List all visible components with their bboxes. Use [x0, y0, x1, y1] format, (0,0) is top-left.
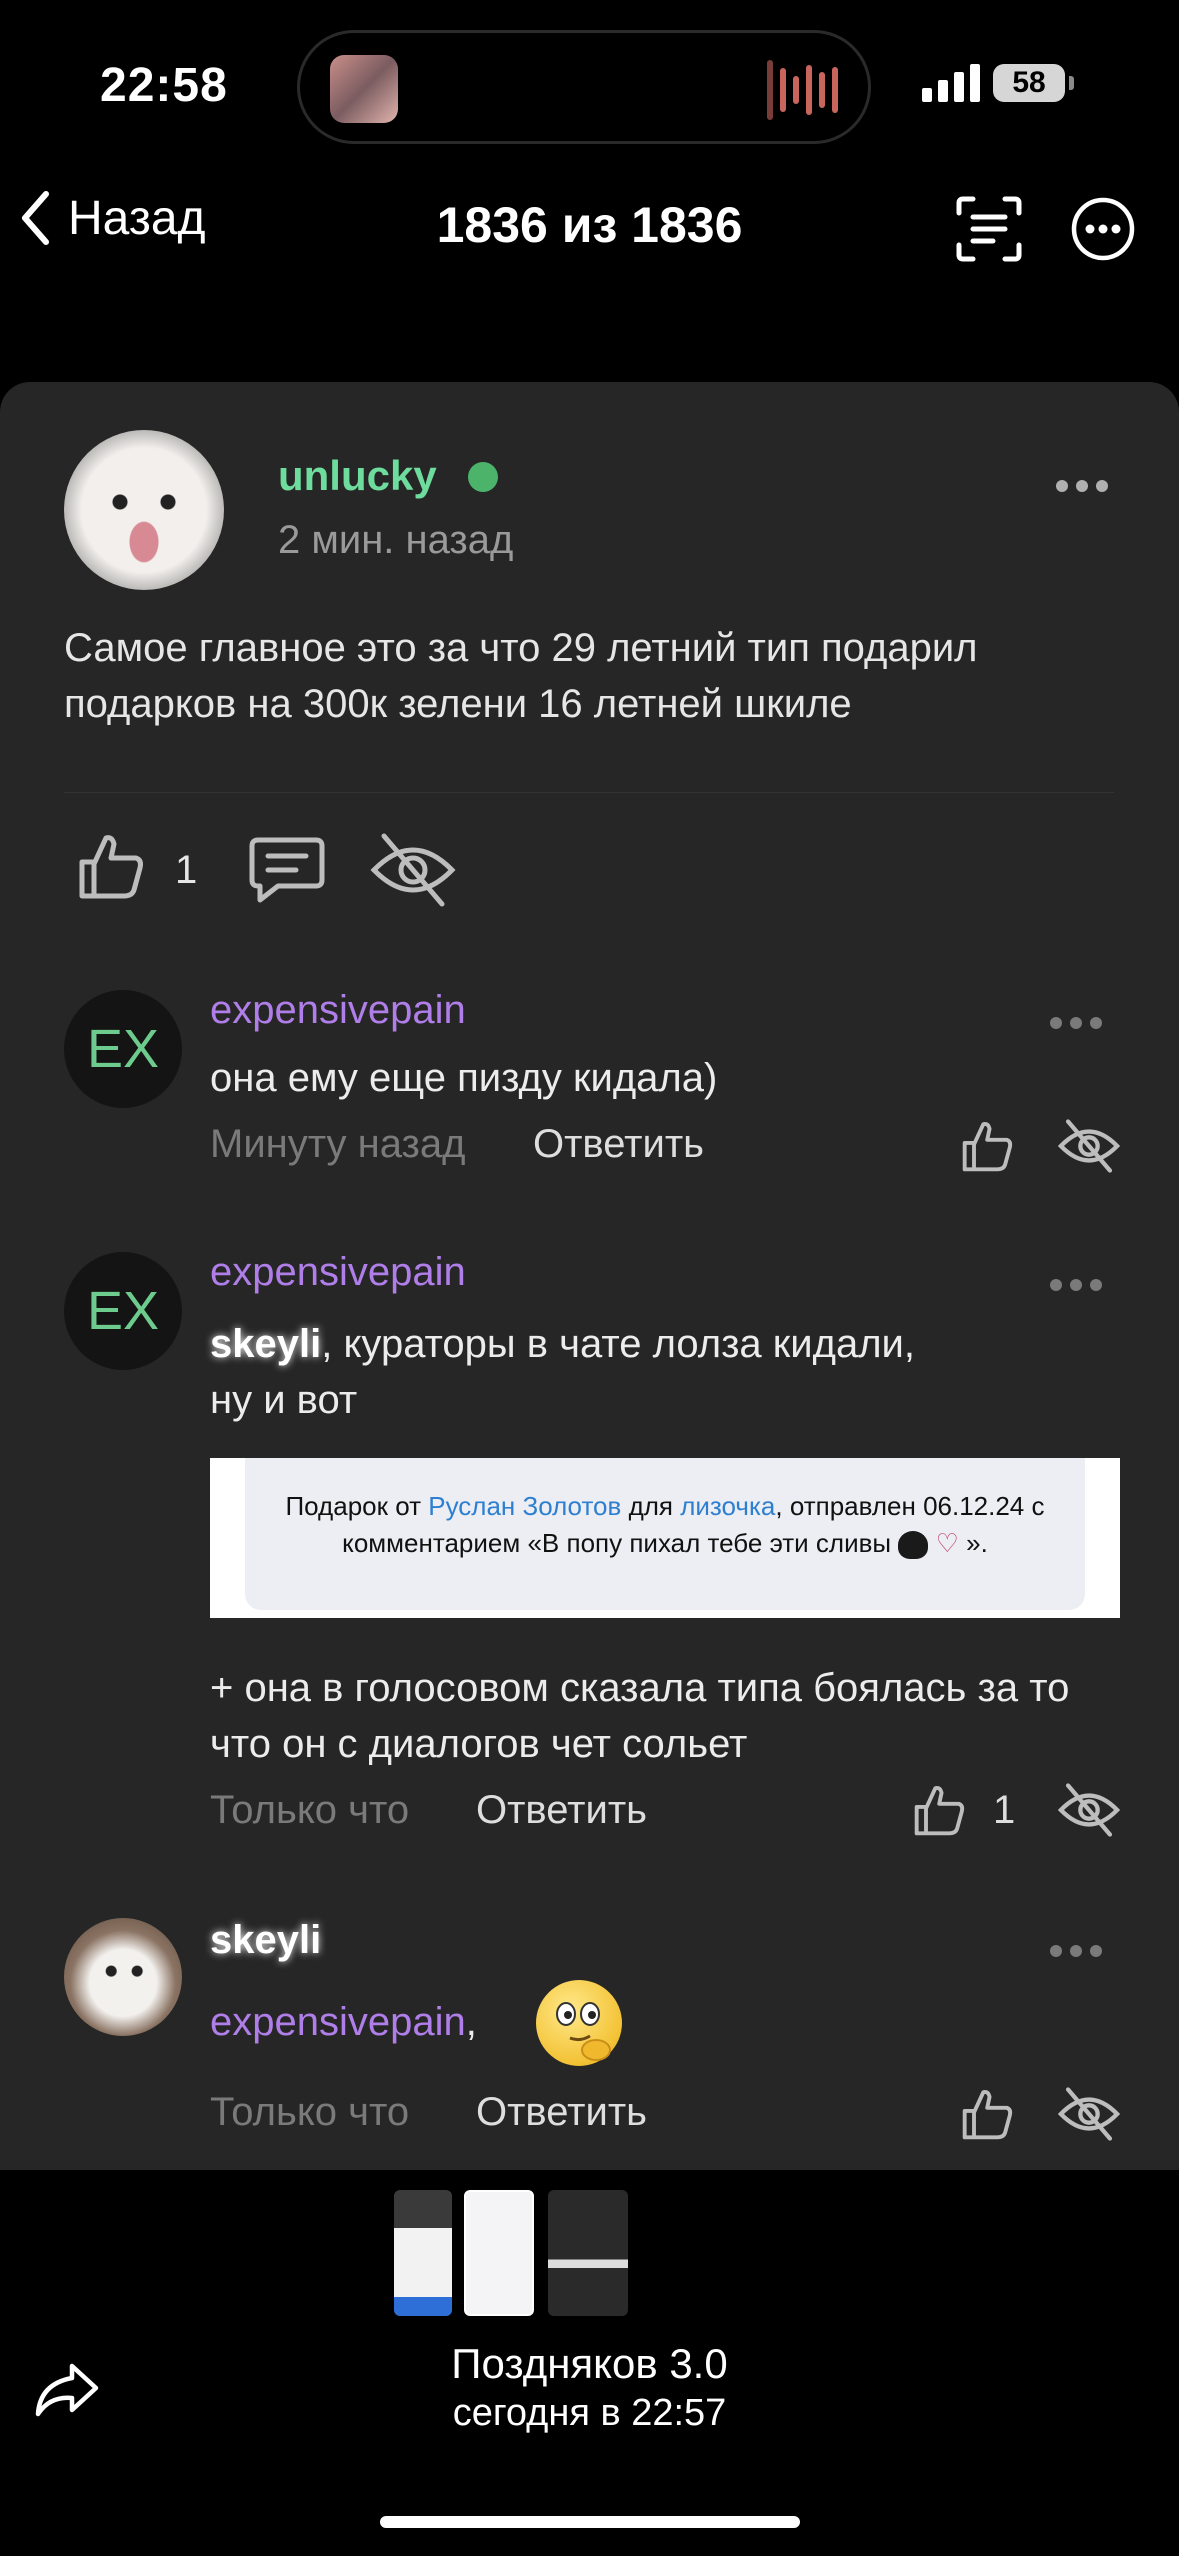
hide-icon[interactable]: [1058, 2084, 1120, 2144]
comment-icon[interactable]: [248, 834, 326, 906]
hide-icon[interactable]: [370, 830, 456, 910]
reply-button[interactable]: Ответить: [533, 1122, 704, 1167]
reply-button[interactable]: Ответить: [476, 1788, 647, 1833]
comment-text-part: ну и вот: [210, 1378, 358, 1422]
comment-author[interactable]: skeyli: [210, 1918, 321, 1963]
online-status-dot: [468, 462, 498, 492]
comment-text-part: ,: [465, 2000, 477, 2044]
post-like-count: 1: [175, 848, 198, 892]
like-icon[interactable]: [960, 1118, 1016, 1174]
like-icon[interactable]: [76, 830, 148, 902]
comment-author[interactable]: expensivepain: [210, 1250, 466, 1295]
reply-button[interactable]: Ответить: [476, 2090, 647, 2135]
divider: [64, 792, 1114, 793]
like-icon[interactable]: [960, 2086, 1016, 2142]
comment-text: она ему еще пизду кидала): [210, 1056, 718, 1100]
post-menu-button[interactable]: [1056, 480, 1108, 492]
gift-text: Подарок от Руслан Золотов для лизочка, о…: [285, 1491, 1045, 1560]
post-author[interactable]: unlucky: [278, 452, 437, 500]
post-time: 2 мин. назад: [278, 518, 514, 562]
creature-icon: [898, 1531, 929, 1560]
avatar[interactable]: EX: [64, 1252, 182, 1370]
hide-icon[interactable]: [1058, 1116, 1120, 1176]
thinking-emoji-icon: [536, 1980, 622, 2066]
now-playing-artwork: [330, 55, 398, 123]
hide-icon[interactable]: [1058, 1780, 1120, 1840]
comment-like-count: 1: [993, 1788, 1016, 1832]
comment-text: skeyli, кураторы в чате лолза кидали, ну…: [210, 1316, 1110, 1428]
user-mention[interactable]: skeyli: [210, 1322, 321, 1366]
user-mention[interactable]: expensivepain: [210, 2000, 466, 2044]
status-time: 22:58: [100, 59, 228, 112]
avatar[interactable]: [64, 430, 224, 590]
avatar[interactable]: [64, 1918, 182, 2036]
battery-nub: [1069, 76, 1074, 90]
gift-card: Подарок от Руслан Золотов для лизочка, о…: [245, 1458, 1085, 1610]
quoted-image[interactable]: Подарок от Руслан Золотов для лизочка, о…: [210, 1458, 1120, 1618]
comment-author[interactable]: expensivepain: [210, 988, 466, 1033]
more-options-icon[interactable]: [1070, 196, 1136, 262]
like-icon[interactable]: [912, 1782, 968, 1838]
comment-text-part: , кураторы в чате лолза кидали,: [321, 1322, 916, 1366]
avatar[interactable]: EX: [64, 990, 182, 1108]
gallery-thumbnail[interactable]: [548, 2190, 628, 2316]
home-indicator[interactable]: [380, 2516, 800, 2528]
comment-menu-button[interactable]: [1050, 1945, 1102, 1957]
gallery-thumbnail-selected[interactable]: [464, 2190, 534, 2316]
gallery-thumbnail[interactable]: [394, 2190, 452, 2316]
battery-icon: 58: [993, 64, 1065, 102]
chat-title: Поздняков 3.0: [451, 2340, 728, 2387]
back-label: Назад: [68, 191, 206, 245]
post-text: Самое главное это за что 29 летний тип п…: [64, 626, 978, 726]
cellular-signal-icon: [922, 62, 980, 102]
comment-text: + она в голосовом сказала типа боялась з…: [210, 1666, 1070, 1766]
comment-text: expensivepain,: [210, 1994, 1110, 2050]
comment-time: Только что: [210, 1788, 410, 1832]
chevron-left-icon: [22, 191, 49, 245]
page-title: 1836 из 1836: [436, 197, 743, 253]
comment-menu-button[interactable]: [1050, 1017, 1102, 1029]
dynamic-island[interactable]: [297, 30, 871, 144]
heart-icon: ♡: [935, 1528, 959, 1558]
back-button[interactable]: Назад: [20, 190, 206, 246]
comment-time: Только что: [210, 2090, 410, 2134]
scan-text-icon[interactable]: [955, 195, 1023, 263]
audio-waveform-icon: [767, 60, 838, 120]
comment-menu-button[interactable]: [1050, 1279, 1102, 1291]
comment-time: Минуту назад: [210, 1122, 466, 1166]
chat-timestamp: сегодня в 22:57: [452, 2392, 727, 2434]
